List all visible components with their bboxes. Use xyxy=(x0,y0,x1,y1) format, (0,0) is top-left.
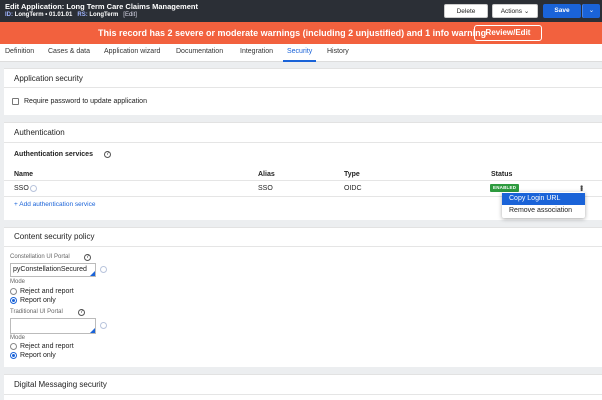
digital-messaging-security-section: Digital Messaging security xyxy=(4,374,602,400)
info-icon[interactable] xyxy=(100,266,107,273)
divider xyxy=(4,87,602,88)
report-only-label: Report only xyxy=(20,352,56,359)
actions-button[interactable]: Actions ⌄ xyxy=(492,4,538,18)
section-title: Digital Messaging security xyxy=(14,380,107,389)
column-header-status: Status xyxy=(491,171,513,178)
reject-and-report-radio[interactable] xyxy=(10,343,17,350)
save-button[interactable]: Save xyxy=(543,4,581,18)
mode-label: Mode xyxy=(10,279,26,285)
id-label: ID: xyxy=(5,12,13,18)
table-header-divider xyxy=(4,180,602,181)
record-meta: ID: LongTerm • 01.01.01 RS: LongTerm [Ed… xyxy=(5,12,137,18)
add-authentication-service-link[interactable]: + Add authentication service xyxy=(14,201,96,208)
chevron-down-icon: ⌄ xyxy=(523,8,530,15)
delete-button[interactable]: Delete xyxy=(444,4,488,18)
app-header: Edit Application: Long Term Care Claims … xyxy=(0,0,602,22)
save-options-button[interactable]: ⌄ xyxy=(582,4,600,18)
actions-label: Actions xyxy=(500,8,523,15)
warning-banner: This record has 2 severe or moderate war… xyxy=(0,22,602,44)
row-name: SSO xyxy=(14,185,29,192)
divider xyxy=(4,142,602,143)
tab-cases-data[interactable]: Cases & data xyxy=(48,48,90,62)
autocomplete-corner-icon xyxy=(90,328,95,333)
tab-integration[interactable]: Integration xyxy=(240,48,273,62)
tab-definition[interactable]: Definition xyxy=(5,48,34,62)
info-icon[interactable] xyxy=(100,322,107,329)
divider xyxy=(4,246,602,247)
more-options-icon[interactable]: ••• xyxy=(577,185,586,190)
help-icon[interactable]: ? xyxy=(104,151,111,158)
mode-label: Mode xyxy=(10,335,26,341)
tab-history[interactable]: History xyxy=(327,48,349,62)
review-edit-button[interactable]: Review/Edit xyxy=(474,25,542,41)
section-title: Authentication xyxy=(14,128,65,137)
row-type: OIDC xyxy=(344,185,362,192)
edit-ruleset-link[interactable]: [Edit] xyxy=(123,12,137,18)
application-security-section: Application security Require password to… xyxy=(4,68,602,115)
traditional-portal-input[interactable] xyxy=(10,318,96,334)
page-title: Edit Application: Long Term Care Claims … xyxy=(5,2,198,11)
require-password-checkbox[interactable] xyxy=(12,98,19,105)
row-alias: SSO xyxy=(258,185,273,192)
row-actions-menu: Copy Login URL Remove association xyxy=(502,192,585,218)
chevron-down-icon: ⌄ xyxy=(588,7,595,14)
section-title: Application security xyxy=(14,74,83,83)
reject-and-report-label: Reject and report xyxy=(20,288,74,295)
section-title: Content security policy xyxy=(14,232,95,241)
column-header-name: Name xyxy=(14,171,34,178)
tab-security[interactable]: Security xyxy=(283,48,317,62)
authentication-services-label: Authentication services xyxy=(14,151,93,158)
tab-application-wizard[interactable]: Application wizard xyxy=(104,48,160,62)
status-badge: ENABLED xyxy=(490,184,520,192)
info-icon[interactable] xyxy=(30,185,37,192)
report-only-label: Report only xyxy=(20,297,56,304)
warning-text: This record has 2 severe or moderate war… xyxy=(98,28,487,38)
constellation-portal-label: Constellation UI Portal xyxy=(10,254,70,260)
report-only-radio[interactable] xyxy=(10,297,17,304)
rs-value: LongTerm xyxy=(89,12,119,18)
constellation-portal-value: pyConstellationSecured xyxy=(13,266,87,273)
rs-label: RS: xyxy=(77,12,88,18)
autocomplete-corner-icon xyxy=(90,271,95,276)
reject-and-report-radio[interactable] xyxy=(10,288,17,295)
help-icon[interactable]: ? xyxy=(84,254,91,261)
content-security-policy-section: Content security policy Constellation UI… xyxy=(4,227,602,367)
constellation-portal-input[interactable]: pyConstellationSecured xyxy=(10,263,96,277)
divider xyxy=(4,394,602,395)
column-header-type: Type xyxy=(344,171,360,178)
tab-documentation[interactable]: Documentation xyxy=(176,48,223,62)
id-value: LongTerm • 01.01.01 xyxy=(14,12,73,18)
menu-item-copy-login-url[interactable]: Copy Login URL xyxy=(502,193,585,205)
menu-item-remove-association[interactable]: Remove association xyxy=(502,205,585,217)
help-icon[interactable]: ? xyxy=(78,309,85,316)
traditional-portal-label: Traditional UI Portal xyxy=(10,309,63,315)
report-only-radio[interactable] xyxy=(10,352,17,359)
require-password-label: Require password to update application xyxy=(24,98,147,105)
reject-and-report-label: Reject and report xyxy=(20,343,74,350)
tab-bar: Definition Cases & data Application wiza… xyxy=(0,44,602,62)
column-header-alias: Alias xyxy=(258,171,275,178)
